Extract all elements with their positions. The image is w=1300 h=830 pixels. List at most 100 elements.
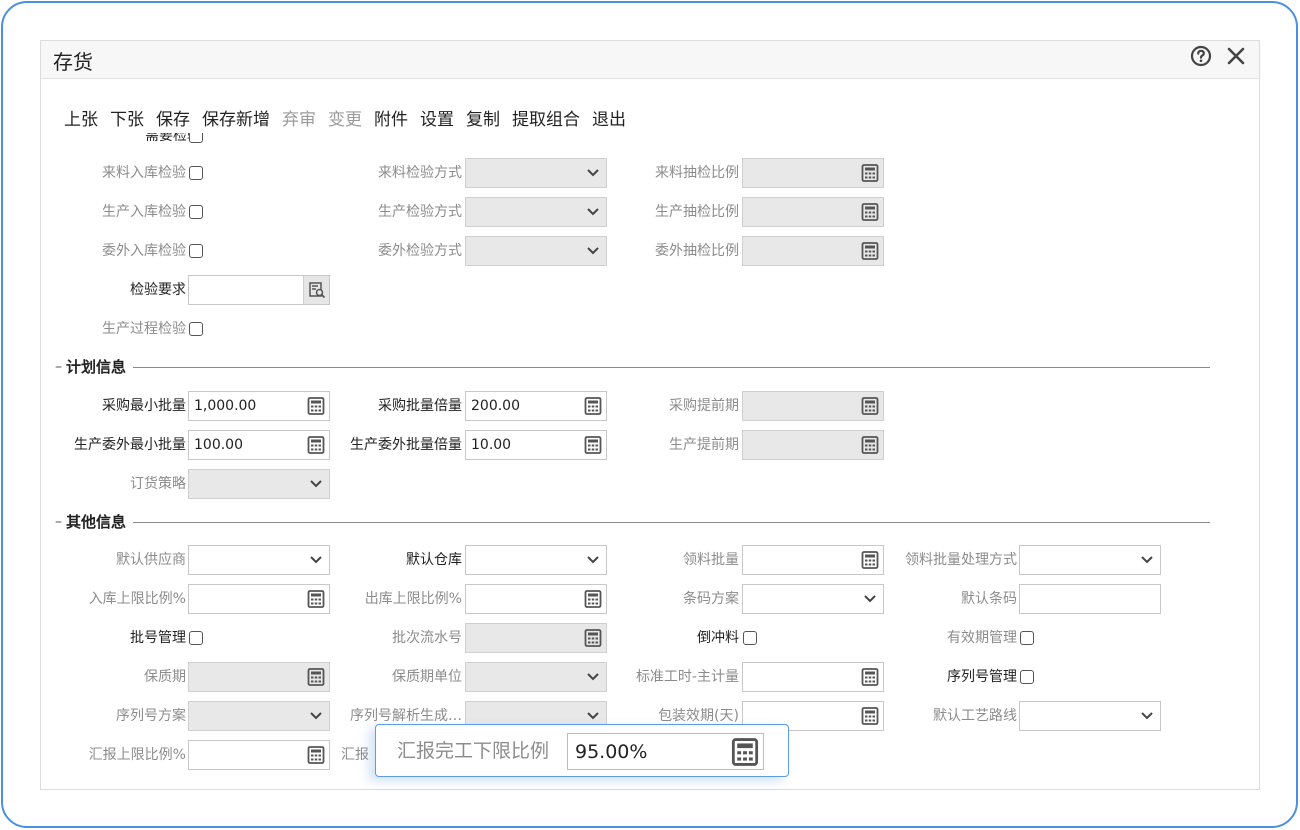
default-barcode-field[interactable]	[1019, 584, 1161, 614]
outbound-limit-field[interactable]	[465, 584, 607, 614]
chevron-down-icon	[580, 159, 606, 187]
copy-button[interactable]: 复制	[466, 105, 500, 130]
calculator-icon[interactable]	[580, 431, 606, 459]
section-divider	[133, 522, 1210, 523]
row-batch: 批号管理 批次流水号 倒冲料 有效期管理	[41, 623, 1250, 653]
outsource-method-select[interactable]	[465, 236, 607, 266]
purchase-min-lot-value: 1,000.00	[194, 398, 257, 414]
issue-lot-field[interactable]	[742, 545, 884, 575]
calculator-icon[interactable]	[857, 237, 883, 265]
calculator-icon[interactable]	[857, 663, 883, 691]
barcode-scheme-select[interactable]	[742, 584, 884, 614]
change-button[interactable]: 变更	[328, 105, 362, 130]
close-icon[interactable]	[1225, 45, 1247, 67]
outsource-check-checkbox[interactable]	[189, 244, 203, 258]
inspection-requirement-field[interactable]	[188, 275, 330, 305]
default-route-select[interactable]	[1019, 701, 1161, 731]
calculator-icon[interactable]	[580, 585, 606, 613]
dialog-title: 存货	[53, 50, 93, 74]
chevron-down-icon	[1134, 546, 1160, 574]
calculator-icon[interactable]	[857, 702, 883, 730]
calculator-icon[interactable]	[303, 741, 329, 769]
chevron-down-icon	[580, 546, 606, 574]
incoming-ratio-field[interactable]	[742, 158, 884, 188]
purchase-min-lot-field[interactable]: 1,000.00	[188, 391, 330, 421]
calculator-icon[interactable]	[580, 624, 606, 652]
batch-mgmt-checkbox[interactable]	[189, 631, 203, 645]
row-process-check: 生产过程检验	[41, 314, 1250, 344]
section-collapse-dash[interactable]: –	[55, 357, 62, 377]
calculator-icon[interactable]	[857, 159, 883, 187]
backflush-checkbox[interactable]	[743, 631, 757, 645]
calculator-icon[interactable]	[857, 546, 883, 574]
row-inspection-required: 需要检验	[41, 133, 1250, 151]
calculator-icon[interactable]	[580, 392, 606, 420]
calculator-icon[interactable]	[303, 585, 329, 613]
report-upper-label: 汇报上限比例%	[88, 747, 186, 763]
calculator-icon[interactable]	[857, 392, 883, 420]
std-hours-field[interactable]	[742, 662, 884, 692]
save-and-new-button[interactable]: 保存新增	[202, 105, 270, 130]
production-lead-field[interactable]	[742, 430, 884, 460]
purchase-lead-field[interactable]	[742, 391, 884, 421]
calculator-icon[interactable]	[303, 431, 329, 459]
exit-button[interactable]: 退出	[592, 105, 626, 130]
outsource-min-lot-field[interactable]: 100.00	[188, 430, 330, 460]
process-check-checkbox[interactable]	[189, 322, 203, 336]
production-lead-label: 生产提前期	[669, 437, 739, 453]
batch-serial-field[interactable]	[465, 623, 607, 653]
attachment-button[interactable]: 附件	[374, 105, 408, 130]
issue-lot-method-select[interactable]	[1019, 545, 1161, 575]
outsource-ratio-label: 委外抽检比例	[655, 243, 739, 259]
plan-section-header: – 计划信息	[41, 357, 1211, 377]
toolbar: 上张 下张 保存 保存新增 弃审 变更 附件 设置 复制 提取组合 退出	[64, 105, 638, 131]
default-supplier-select[interactable]	[188, 545, 330, 575]
report-lower-ratio-value: 95.00%	[575, 741, 648, 763]
chevron-down-icon	[1134, 702, 1160, 730]
default-warehouse-label: 默认仓库	[406, 552, 462, 568]
order-strategy-select[interactable]	[188, 469, 330, 499]
shelf-life-unit-select[interactable]	[465, 662, 607, 692]
inbound-limit-field[interactable]	[188, 584, 330, 614]
outsource-lot-multiple-field[interactable]: 10.00	[465, 430, 607, 460]
shelf-life-field[interactable]	[188, 662, 330, 692]
search-list-icon[interactable]	[303, 276, 329, 304]
chevron-down-icon	[580, 237, 606, 265]
row-production: 生产入库检验 生产检验方式 生产抽检比例	[41, 197, 1250, 227]
default-supplier-label: 默认供应商	[116, 552, 186, 568]
outsource-ratio-field[interactable]	[742, 236, 884, 266]
order-strategy-label: 订货策略	[130, 476, 186, 492]
production-check-checkbox[interactable]	[189, 205, 203, 219]
prev-button[interactable]: 上张	[64, 105, 98, 130]
inspection-required-checkbox[interactable]	[189, 133, 203, 143]
calculator-icon[interactable]	[857, 431, 883, 459]
row-order-strategy: 订货策略	[41, 469, 1250, 499]
section-divider	[133, 367, 1210, 368]
next-button[interactable]: 下张	[110, 105, 144, 130]
row-supplier: 默认供应商 默认仓库 领料批量 领料批量处理方式	[41, 545, 1250, 575]
report-lower-ratio-field[interactable]: 95.00%	[567, 733, 764, 770]
report-upper-field[interactable]	[188, 740, 330, 770]
production-ratio-field[interactable]	[742, 197, 884, 227]
save-button[interactable]: 保存	[156, 105, 190, 130]
calculator-icon[interactable]	[857, 198, 883, 226]
serial-scheme-select[interactable]	[188, 701, 330, 731]
batch-mgmt-label: 批号管理	[130, 630, 186, 646]
calculator-icon[interactable]	[731, 738, 759, 766]
help-circle-icon[interactable]	[1190, 45, 1212, 67]
expiry-mgmt-checkbox[interactable]	[1020, 631, 1034, 645]
section-collapse-dash[interactable]: –	[55, 512, 62, 532]
unapprove-button[interactable]: 弃审	[282, 105, 316, 130]
std-hours-label: 标准工时-主计量	[635, 669, 739, 685]
incoming-method-select[interactable]	[465, 158, 607, 188]
calculator-icon[interactable]	[303, 663, 329, 691]
incoming-check-checkbox[interactable]	[189, 166, 203, 180]
extract-combination-button[interactable]: 提取组合	[512, 105, 580, 130]
production-method-select[interactable]	[465, 197, 607, 227]
settings-button[interactable]: 设置	[420, 105, 454, 130]
purchase-lot-multiple-field[interactable]: 200.00	[465, 391, 607, 421]
default-warehouse-select[interactable]	[465, 545, 607, 575]
outsource-min-lot-label: 生产委外最小批量	[74, 437, 186, 453]
calculator-icon[interactable]	[303, 392, 329, 420]
serial-mgmt-checkbox[interactable]	[1020, 670, 1034, 684]
